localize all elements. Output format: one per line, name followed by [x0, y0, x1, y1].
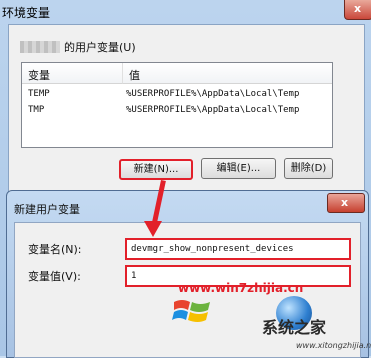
row-name: TEMP: [28, 89, 50, 99]
annotation-arrow-head: [144, 221, 162, 237]
new-button[interactable]: 新建(N)...: [119, 159, 193, 180]
dialog-title: 新建用户变量: [14, 203, 80, 216]
watermark-url: www.win7zhijia.cn: [178, 281, 304, 295]
variable-value-label: 变量值(V):: [28, 270, 81, 283]
window-title: 环境变量: [2, 6, 51, 20]
delete-button[interactable]: 删除(D): [284, 158, 333, 179]
dialog-close-button[interactable]: x: [327, 193, 365, 213]
user-vars-group-label: 的用户变量(U): [64, 41, 136, 54]
close-icon: x: [354, 2, 362, 15]
column-header-label: 值: [129, 69, 140, 82]
watermark-domain: www.xitongzhijia.net: [296, 341, 371, 350]
table-row[interactable]: TEMP %USERPROFILE%\AppData\Local\Temp: [22, 87, 332, 102]
column-header-label: 变量: [28, 69, 50, 82]
column-header-value[interactable]: 值: [123, 63, 332, 84]
window-titlebar: 环境变量: [0, 0, 371, 22]
row-name: TMP: [28, 105, 45, 115]
user-vars-list[interactable]: 变量 值 TEMP %USERPROFILE%\AppData\Local\Te…: [21, 62, 333, 148]
variable-name-label: 变量名(N):: [28, 243, 82, 256]
row-value: %USERPROFILE%\AppData\Local\Temp: [126, 105, 300, 115]
column-header-variable[interactable]: 变量: [22, 63, 123, 84]
variable-name-input[interactable]: devmgr_show_nonpresent_devices: [125, 238, 351, 260]
table-row[interactable]: TMP %USERPROFILE%\AppData\Local\Temp: [22, 103, 332, 118]
blurred-username: [20, 41, 60, 53]
edit-button[interactable]: 编辑(E)...: [201, 158, 276, 179]
window-close-button[interactable]: x: [344, 0, 371, 20]
close-icon: x: [341, 196, 349, 209]
windows-logo-icon: [172, 300, 210, 322]
row-value: %USERPROFILE%\AppData\Local\Temp: [126, 89, 300, 99]
watermark-site-name: 系统之家: [262, 318, 327, 337]
